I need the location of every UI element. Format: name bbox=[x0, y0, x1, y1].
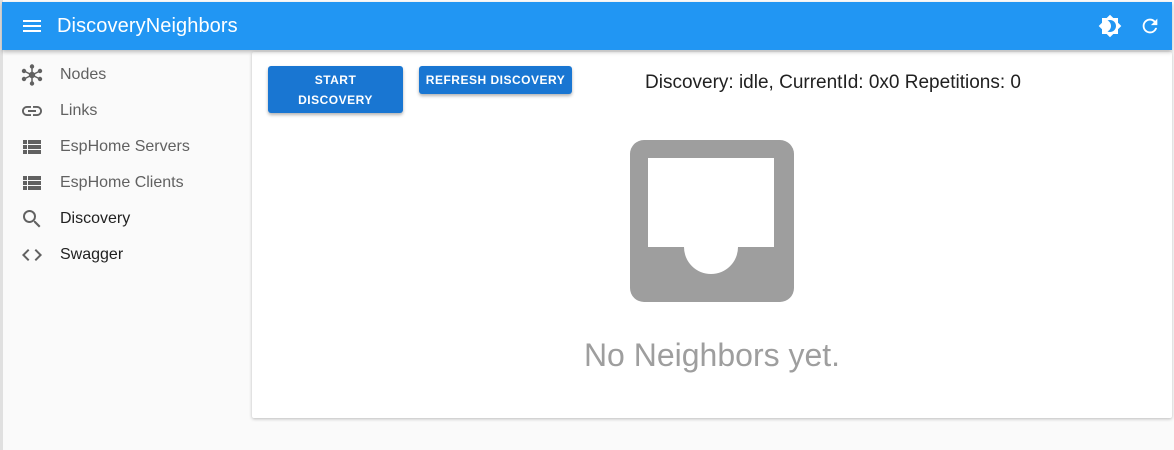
discovery-status: Discovery: idle, CurrentId: 0x0 Repetiti… bbox=[645, 72, 1021, 93]
app-bar: DiscoveryNeighbors bbox=[2, 2, 1172, 50]
refresh-discovery-button[interactable]: REFRESH DISCOVERY bbox=[419, 66, 572, 94]
sidebar-item-label: EspHome Clients bbox=[60, 174, 184, 191]
sidebar-item-discovery[interactable]: Discovery bbox=[4, 201, 248, 237]
start-discovery-button[interactable]: START DISCOVERY bbox=[268, 66, 403, 113]
inbox-icon bbox=[630, 140, 794, 302]
sidebar-item-links[interactable]: Links bbox=[4, 93, 248, 129]
sidebar-item-label: Nodes bbox=[60, 66, 107, 83]
refresh-icon[interactable] bbox=[1138, 14, 1162, 38]
link-icon bbox=[20, 99, 44, 123]
list-icon bbox=[20, 171, 44, 195]
sidebar: Nodes Links EspHome Servers EspHome Clie… bbox=[4, 57, 248, 273]
empty-state-message: No Neighbors yet. bbox=[583, 337, 841, 373]
brightness-icon[interactable] bbox=[1098, 14, 1122, 38]
sidebar-item-label: Discovery bbox=[60, 210, 131, 227]
sidebar-item-label: EspHome Servers bbox=[60, 138, 190, 155]
sidebar-item-label: Swagger bbox=[60, 246, 124, 263]
window-edge bbox=[0, 0, 3, 450]
app-title: DiscoveryNeighbors bbox=[57, 14, 238, 37]
list-icon bbox=[20, 135, 44, 159]
discovery-card: START DISCOVERY REFRESH DISCOVERY Discov… bbox=[252, 52, 1172, 418]
sidebar-item-nodes[interactable]: Nodes bbox=[4, 57, 248, 93]
sidebar-item-swagger[interactable]: Swagger bbox=[4, 237, 248, 273]
search-icon bbox=[20, 207, 44, 231]
sidebar-item-esphome-servers[interactable]: EspHome Servers bbox=[4, 129, 248, 165]
sidebar-item-esphome-clients[interactable]: EspHome Clients bbox=[4, 165, 248, 201]
graph-icon bbox=[20, 63, 44, 87]
code-icon bbox=[20, 243, 44, 267]
menu-icon[interactable] bbox=[20, 14, 44, 38]
sidebar-item-label: Links bbox=[60, 102, 98, 119]
